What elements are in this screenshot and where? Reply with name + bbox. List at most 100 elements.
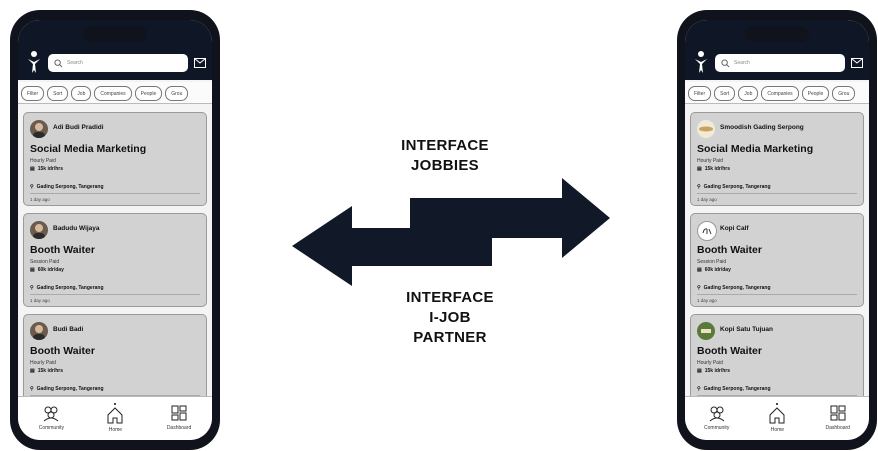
location-icon: ⚲ (697, 285, 701, 291)
pay-rate: ▤ 15k idr/hrs (697, 368, 730, 374)
pay-rate-text: 15k idr/hrs (704, 368, 731, 374)
phone-mockup-right: Search Filter Sort Job Companies People … (677, 10, 877, 450)
nav-dashboard-label: Dashboard (166, 425, 192, 431)
filter-chips: Filter Sort Job Companies People Grou (18, 82, 212, 104)
filter-chip[interactable]: Filter (21, 86, 45, 101)
pay-rate-text: 60k idr/day (37, 267, 64, 273)
money-icon: ▤ (697, 166, 702, 172)
location-icon: ⚲ (30, 386, 34, 392)
search-icon (721, 58, 730, 67)
home-icon (769, 407, 785, 424)
nav-home-label: Home (770, 427, 785, 433)
job-card[interactable]: Kopi Satu Tujuan Booth Waiter Hourly Pai… (690, 314, 864, 408)
label-line: INTERFACE (401, 137, 489, 154)
job-card[interactable]: Smoodish Gading Serpong Social Media Mar… (690, 112, 864, 206)
company-logo (697, 322, 715, 340)
phone-notch (83, 26, 147, 42)
location-text: Gading Serpong, Tangerang (36, 184, 104, 190)
search-icon (54, 58, 63, 67)
search-input[interactable]: Search (715, 54, 845, 72)
groups-chip[interactable]: Grou (165, 86, 189, 101)
posted-time: 1 day ago (697, 298, 717, 303)
location: ⚲ Gading Serpong, Tangerang (30, 184, 104, 190)
location-icon: ⚲ (697, 184, 701, 190)
filter-chip[interactable]: Filter (688, 86, 712, 101)
people-chip[interactable]: People (801, 86, 830, 101)
phone-notch (745, 26, 809, 42)
job-chip[interactable]: Job (71, 86, 92, 101)
pay-type: Session Paid (30, 259, 60, 265)
pay-rate-text: 15k idr/hrs (37, 166, 64, 172)
label-interface-ijob-partner: INTERFACE I-JOB PARTNER (385, 288, 515, 348)
company-logo (697, 221, 717, 241)
posted-time: 1 day ago (697, 197, 717, 202)
avatar (30, 322, 48, 340)
label-interface-jobbies: INTERFACE JOBBIES (380, 136, 510, 176)
job-card[interactable]: Kopi Calf Booth Waiter Session Paid ▤ 60k… (690, 213, 864, 307)
job-card[interactable]: Budi Badi Booth Waiter Hourly Paid ▤ 15k … (23, 314, 207, 408)
pay-type: Hourly Paid (30, 360, 56, 366)
pay-rate: ▤ 60k idr/day (697, 267, 731, 273)
pay-rate-text: 60k idr/day (704, 267, 731, 273)
job-card-list: Adi Budi Pradidi Social Media Marketing … (23, 112, 207, 415)
label-line: I-JOB (429, 309, 471, 326)
job-card[interactable]: Adi Budi Pradidi Social Media Marketing … (23, 112, 207, 206)
phone-screen-left: Search Filter Sort Job Companies People … (18, 20, 212, 440)
location-text: Gading Serpong, Tangerang (703, 285, 771, 291)
job-title: Booth Waiter (30, 244, 95, 256)
phone-screen-right: Search Filter Sort Job Companies People … (685, 20, 869, 440)
pay-rate: ▤ 15k idr/hrs (697, 166, 730, 172)
location: ⚲ Gading Serpong, Tangerang (697, 285, 771, 291)
dashboard-icon (171, 405, 187, 421)
groups-chip[interactable]: Grou (832, 86, 856, 101)
nav-home[interactable]: Home (105, 403, 125, 433)
divider (30, 193, 200, 194)
avatar (30, 221, 48, 239)
nav-community-label: Community (38, 425, 64, 431)
company-name: Smoodish Gading Serpong (720, 124, 804, 131)
pay-type: Hourly Paid (697, 158, 723, 164)
divider (697, 294, 857, 295)
people-chip[interactable]: People (134, 86, 163, 101)
label-line: JOBBIES (411, 157, 479, 174)
pay-rate: ▤ 15k idr/hrs (30, 166, 63, 172)
pay-type: Hourly Paid (30, 158, 56, 164)
app-logo-icon (695, 51, 707, 73)
search-placeholder: Search (67, 60, 83, 66)
bottom-nav: Community Home Dashboard (18, 396, 212, 440)
companies-chip[interactable]: Companies (761, 86, 799, 101)
location: ⚲ Gading Serpong, Tangerang (697, 386, 771, 392)
money-icon: ▤ (30, 166, 35, 172)
community-icon (44, 406, 59, 422)
bottom-nav: Community Home Dashboard (685, 396, 869, 440)
money-icon: ▤ (697, 267, 702, 273)
pay-type: Session Paid (697, 259, 727, 265)
job-chip[interactable]: Job (738, 86, 759, 101)
location-icon: ⚲ (30, 285, 34, 291)
sort-chip[interactable]: Sort (714, 86, 736, 101)
nav-community[interactable]: Community (39, 403, 64, 431)
job-card[interactable]: Badudu Wijaya Booth Waiter Session Paid … (23, 213, 207, 307)
location: ⚲ Gading Serpong, Tangerang (697, 184, 771, 190)
companies-chip[interactable]: Companies (94, 86, 132, 101)
location-icon: ⚲ (697, 386, 701, 392)
label-line: PARTNER (413, 329, 487, 346)
nav-dashboard[interactable]: Dashboard (167, 403, 191, 431)
nav-community[interactable]: Community (704, 403, 729, 431)
posted-time: 1 day ago (30, 298, 50, 303)
pay-rate: ▤ 60k idr/day (30, 267, 64, 273)
money-icon: ▤ (30, 267, 35, 273)
divider (30, 294, 200, 295)
location-text: Gading Serpong, Tangerang (36, 386, 104, 392)
nav-home[interactable]: Home (767, 403, 787, 433)
money-icon: ▤ (30, 368, 35, 374)
job-title: Booth Waiter (30, 345, 95, 357)
phone-mockup-left: Search Filter Sort Job Companies People … (10, 10, 220, 450)
mail-icon[interactable] (851, 58, 863, 68)
location: ⚲ Gading Serpong, Tangerang (30, 386, 104, 392)
mail-icon[interactable] (194, 58, 206, 68)
nav-dashboard[interactable]: Dashboard (825, 403, 850, 431)
location-text: Gading Serpong, Tangerang (703, 184, 771, 190)
search-input[interactable]: Search (48, 54, 188, 72)
sort-chip[interactable]: Sort (47, 86, 69, 101)
